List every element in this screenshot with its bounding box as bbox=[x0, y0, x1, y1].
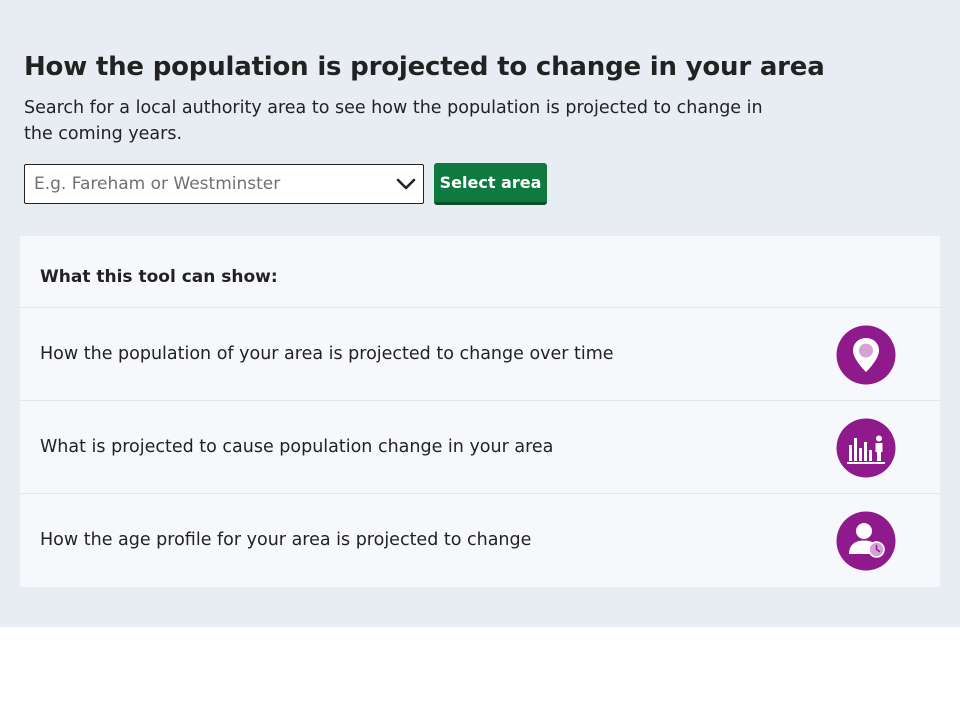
features-heading-row: What this tool can show: bbox=[20, 236, 940, 308]
intro-text: Search for a local authority area to see… bbox=[24, 98, 763, 144]
feature-label: How the age profile for your area is pro… bbox=[40, 530, 532, 550]
feature-row-age-profile: How the age profile for your area is pro… bbox=[20, 494, 940, 587]
area-select[interactable]: E.g. Fareham or Westminster bbox=[24, 164, 424, 204]
feature-row-population-change: How the population of your area is proje… bbox=[20, 308, 940, 401]
feature-row-population-cause: What is projected to cause population ch… bbox=[20, 401, 940, 494]
bar-chart-person-icon bbox=[836, 418, 896, 478]
search-panel: How the population is projected to chang… bbox=[0, 0, 960, 627]
feature-label: What is projected to cause population ch… bbox=[40, 437, 554, 457]
features-card: What this tool can show: How the populat… bbox=[20, 236, 940, 587]
feature-label: How the population of your area is proje… bbox=[40, 344, 614, 364]
chevron-down-icon bbox=[396, 178, 416, 190]
area-select-placeholder: E.g. Fareham or Westminster bbox=[34, 174, 281, 194]
page-title: How the population is projected to chang… bbox=[24, 52, 825, 82]
person-clock-icon bbox=[836, 511, 896, 571]
location-pin-icon bbox=[836, 325, 896, 385]
select-area-button[interactable]: Select area bbox=[434, 163, 547, 205]
features-heading: What this tool can show: bbox=[40, 267, 278, 287]
